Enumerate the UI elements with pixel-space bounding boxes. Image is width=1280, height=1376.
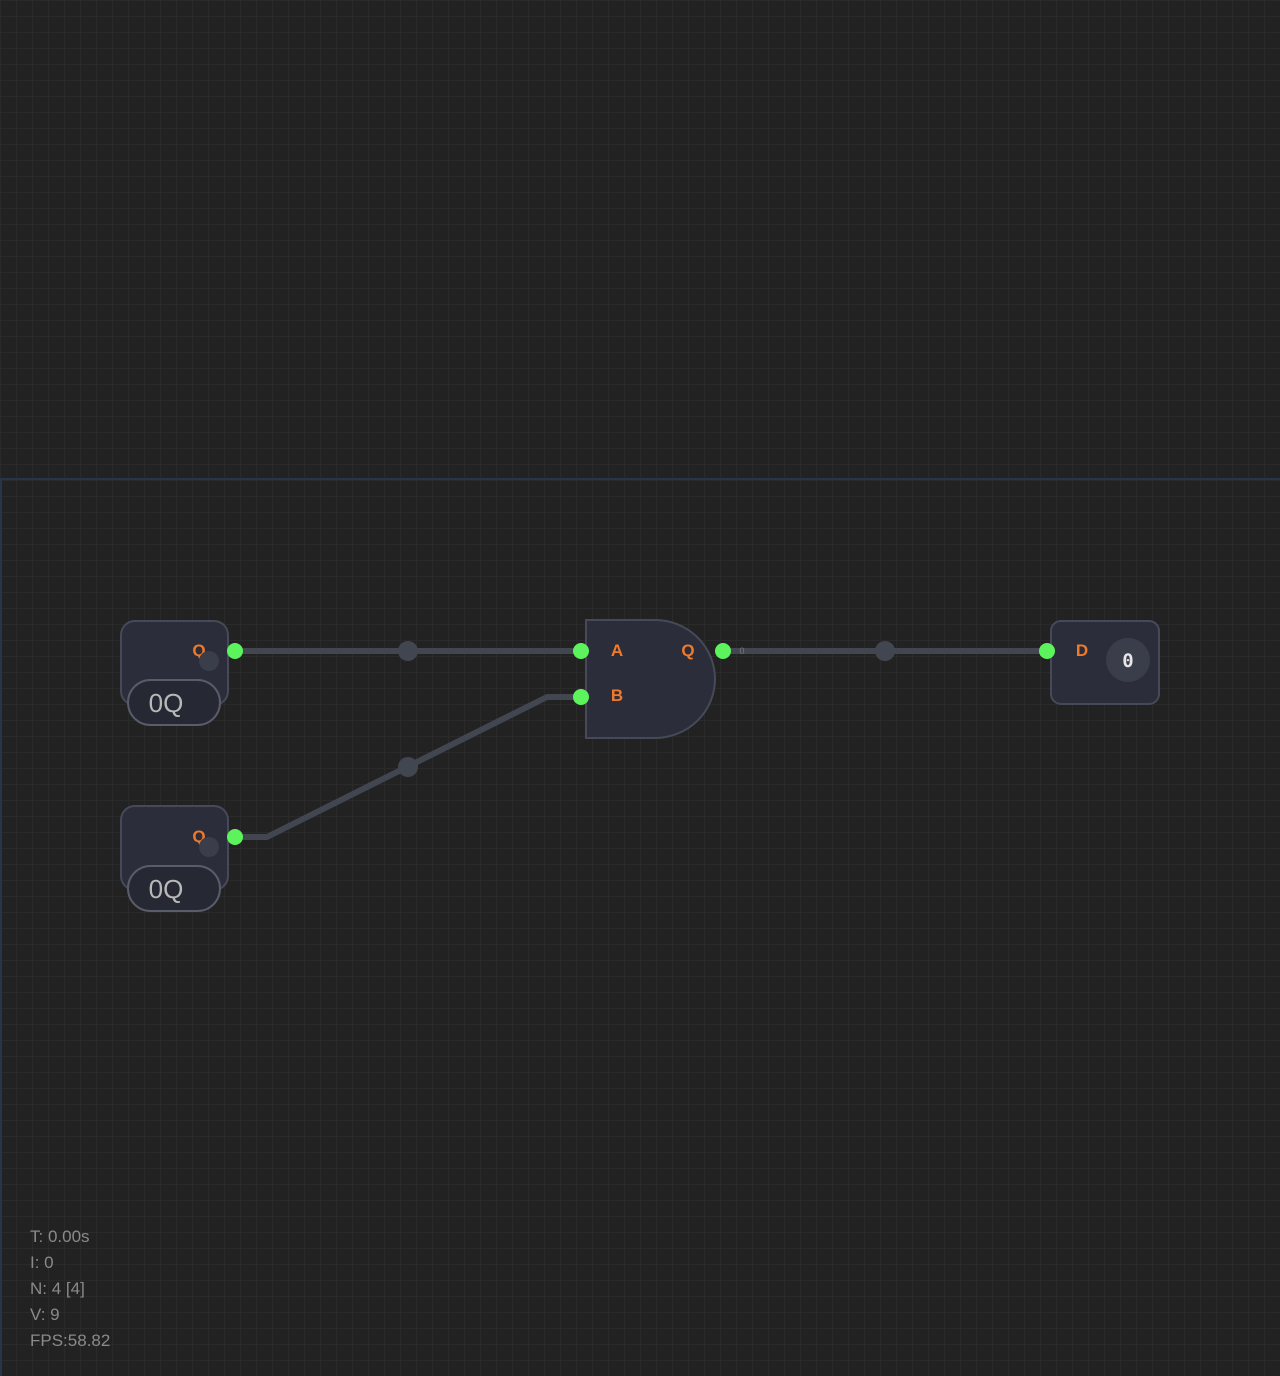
stat-nodes: N: 4 [4]	[30, 1279, 85, 1298]
toggle-node-2[interactable]: Q 0Q	[120, 805, 243, 912]
input-pin-a[interactable]	[573, 643, 589, 659]
stats-panel: T: 0.00s I: 0 N: 4 [4] V: 9 FPS:58.82	[30, 1224, 110, 1354]
input-label: D	[1076, 641, 1088, 660]
output-pin[interactable]	[227, 829, 243, 845]
output-pin[interactable]	[227, 643, 243, 659]
toggle-knob[interactable]	[199, 837, 219, 857]
display-value: 0	[1122, 650, 1133, 672]
circuit-canvas[interactable]: Q 0Q Q 0Q A B Q 0 D 0	[0, 0, 1280, 1376]
input-pin-b[interactable]	[573, 689, 589, 705]
toggle-node-1[interactable]: Q 0Q	[120, 620, 243, 726]
wire-vertex[interactable]	[398, 641, 418, 661]
output-label: Q	[681, 641, 694, 660]
wire-vertex[interactable]	[875, 641, 895, 661]
toggle-text: 0Q	[149, 688, 184, 718]
toggle-text: 0Q	[149, 874, 184, 904]
stat-time: T: 0.00s	[30, 1227, 90, 1246]
stat-vertices: V: 9	[30, 1305, 60, 1324]
and-gate-body[interactable]	[585, 619, 716, 739]
display-node[interactable]: D 0	[1039, 620, 1160, 705]
output-pin[interactable]	[715, 643, 731, 659]
input-a-label: A	[611, 641, 623, 660]
toggle-knob[interactable]	[199, 651, 219, 671]
input-pin[interactable]	[1039, 643, 1055, 659]
input-b-label: B	[611, 686, 623, 705]
stat-fps: FPS:58.82	[30, 1331, 111, 1350]
wire-vertex[interactable]	[398, 757, 418, 777]
and-gate-node[interactable]: A B Q 0	[573, 619, 745, 739]
output-value-label: 0	[739, 646, 744, 656]
stat-iterations: I: 0	[30, 1253, 54, 1272]
